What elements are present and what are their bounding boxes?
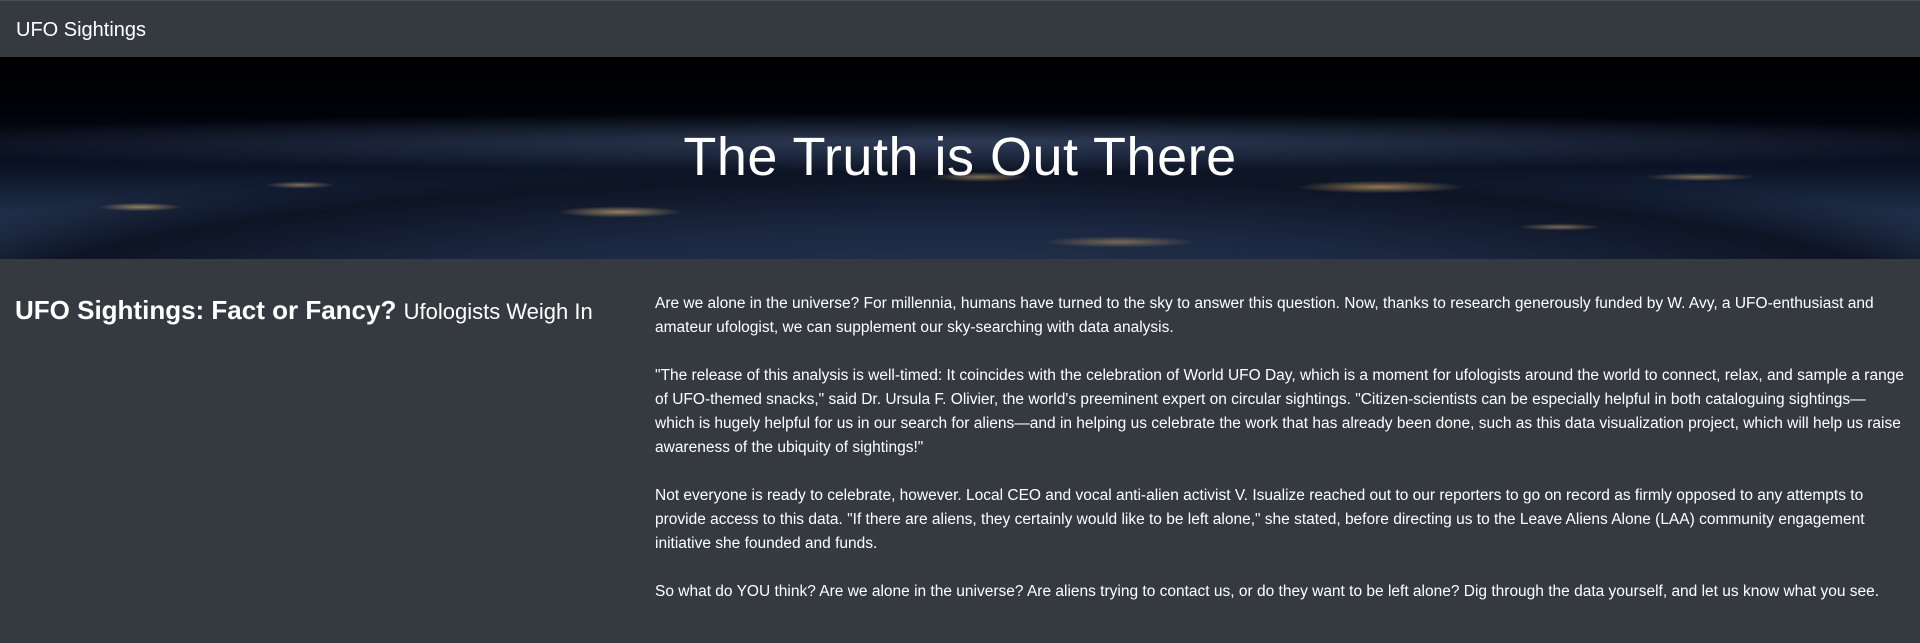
article-subtitle: Ufologists Weigh In	[403, 299, 593, 324]
navbar-brand-link[interactable]: UFO Sightings	[16, 18, 146, 42]
article-paragraph: Are we alone in the universe? For millen…	[655, 295, 1874, 336]
hero-title: The Truth is Out There	[683, 127, 1237, 187]
article-heading-column: UFO Sightings: Fact or Fancy? Ufologists…	[15, 293, 635, 329]
article-title: UFO Sightings: Fact or Fancy?	[15, 295, 397, 325]
article-paragraph: So what do YOU think? Are we alone in th…	[655, 583, 1880, 600]
article-body: Are we alone in the universe? For millen…	[655, 292, 1905, 628]
article-paragraph: "The release of this analysis is well-ti…	[655, 367, 1904, 456]
article-paragraph: Not everyone is ready to celebrate, howe…	[655, 487, 1865, 552]
navbar: UFO Sightings	[0, 0, 1920, 56]
article-headline: UFO Sightings: Fact or Fancy? Ufologists…	[15, 293, 635, 329]
hero-banner: The Truth is Out There	[0, 57, 1920, 259]
